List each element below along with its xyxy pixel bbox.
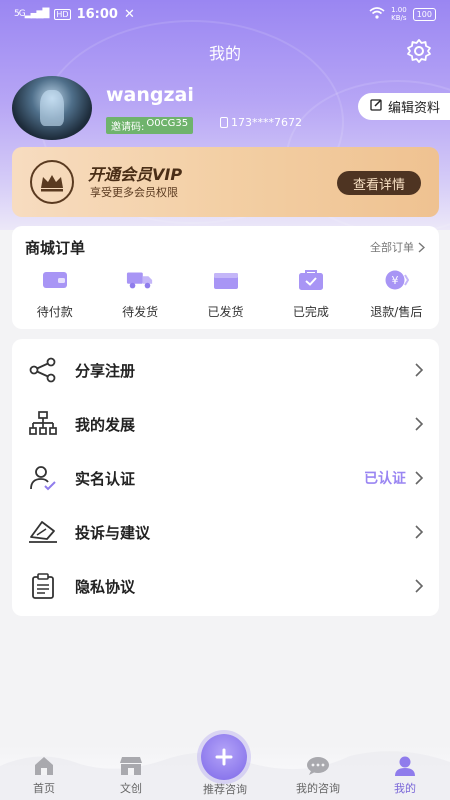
phone-icon bbox=[220, 117, 228, 128]
wifi-icon bbox=[369, 6, 385, 22]
verified-status: 已认证 bbox=[364, 471, 406, 487]
chevron-right-icon bbox=[418, 241, 425, 253]
order-title: 商城订单 bbox=[25, 239, 86, 257]
order-pending-shipment[interactable]: 待发货 bbox=[97, 268, 182, 320]
menu-item-my-development[interactable]: 我的发展 bbox=[12, 399, 439, 449]
edit-profile-button[interactable]: 编辑资料 bbox=[357, 93, 450, 120]
menu-item-privacy-agreement[interactable]: 隐私协议 bbox=[12, 561, 439, 611]
chevron-right-icon bbox=[415, 417, 424, 431]
nav-label: 首页 bbox=[33, 782, 55, 795]
clipboard-icon bbox=[28, 571, 58, 601]
menu-item-real-name-auth[interactable]: 实名认证 已认证 bbox=[12, 453, 439, 503]
menu-label: 实名认证 bbox=[75, 469, 136, 488]
user-icon bbox=[395, 756, 415, 776]
plus-icon bbox=[215, 748, 233, 766]
recommend-consult-button[interactable] bbox=[201, 734, 247, 780]
invite-code-label: 邀请码: bbox=[111, 122, 145, 133]
order-pending-payment[interactable]: 待付款 bbox=[12, 268, 97, 320]
order-card: 商城订单 全部订单 待付款 待发货 已发货 已完成 ¥ 退款/售后 bbox=[12, 226, 439, 329]
menu-label: 隐私协议 bbox=[75, 577, 136, 596]
nav-label: 我的咨询 bbox=[296, 782, 340, 795]
battery-icon: 100 bbox=[412, 7, 436, 21]
page-title: 我的 bbox=[208, 44, 241, 63]
chevron-right-icon bbox=[415, 525, 424, 539]
status-time: 16:00 bbox=[76, 6, 118, 22]
order-label: 退款/售后 bbox=[370, 305, 423, 319]
crown-icon bbox=[30, 160, 74, 204]
order-completed[interactable]: 已完成 bbox=[268, 268, 353, 320]
order-refund[interactable]: ¥ 退款/售后 bbox=[354, 268, 439, 320]
avatar[interactable] bbox=[12, 76, 92, 140]
nav-home[interactable]: 首页 bbox=[4, 756, 84, 796]
vip-details-button[interactable]: 查看详情 bbox=[336, 171, 421, 195]
vip-title: 开通会员VIP bbox=[88, 165, 183, 184]
box-icon bbox=[212, 268, 240, 292]
nav-label: 我的 bbox=[394, 782, 416, 795]
home-icon bbox=[35, 757, 53, 775]
tools-icon: ✕ bbox=[123, 6, 135, 22]
menu-label: 投诉与建议 bbox=[75, 523, 151, 542]
nav-mine[interactable]: 我的 bbox=[365, 756, 445, 796]
status-bar: 5G▂▄▆█ HD 16:00 ✕ 1.00 KB/s 100 bbox=[0, 0, 450, 28]
user-verify-icon bbox=[28, 463, 58, 493]
wallet-icon bbox=[41, 268, 69, 292]
nav-my-consult[interactable]: 我的咨询 bbox=[278, 756, 358, 796]
gear-icon[interactable] bbox=[406, 38, 432, 64]
menu-label: 分享注册 bbox=[75, 361, 136, 380]
phone-number: 173****7672 bbox=[220, 116, 302, 129]
signal-icon: 5G▂▄▆█ bbox=[14, 9, 49, 19]
username: wangzai bbox=[106, 84, 194, 106]
edit-profile-label: 编辑资料 bbox=[387, 101, 440, 116]
hd-badge: HD bbox=[54, 8, 71, 20]
phone-text: 173****7672 bbox=[231, 116, 302, 129]
nav-label: 推荐咨询 bbox=[203, 783, 247, 796]
invite-code-value: O0CG35 bbox=[146, 118, 189, 129]
order-shipped[interactable]: 已发货 bbox=[183, 268, 268, 320]
edit-icon bbox=[370, 98, 383, 115]
nav-cultural[interactable]: 文创 bbox=[91, 756, 171, 796]
shop-icon bbox=[120, 757, 142, 775]
share-icon bbox=[28, 355, 58, 385]
chevron-right-icon bbox=[415, 471, 424, 485]
nav-label: 文创 bbox=[120, 782, 142, 795]
chat-icon bbox=[307, 757, 329, 775]
order-label: 待付款 bbox=[36, 305, 73, 319]
menu-item-complaints-suggestions[interactable]: 投诉与建议 bbox=[12, 507, 439, 557]
menu-item-share-register[interactable]: 分享注册 bbox=[12, 345, 439, 395]
menu-label: 我的发展 bbox=[75, 415, 136, 434]
chevron-right-icon bbox=[415, 363, 424, 377]
feedback-icon bbox=[28, 517, 58, 547]
order-label: 已完成 bbox=[292, 305, 329, 319]
net-speed-value: 1.00 bbox=[391, 6, 407, 14]
invite-code-badge: 邀请码: O0CG35 bbox=[106, 117, 194, 134]
order-label: 待发货 bbox=[122, 305, 159, 319]
order-label: 已发货 bbox=[207, 305, 244, 319]
all-orders-link[interactable]: 全部订单 bbox=[370, 239, 425, 255]
net-speed-unit: KB/s bbox=[391, 14, 407, 22]
vip-subtitle: 享受更多会员权限 bbox=[90, 186, 178, 199]
menu-card: 分享注册 我的发展 实名认证 已认证 投诉与建议 隐私协议 bbox=[12, 339, 439, 616]
chevron-right-icon bbox=[415, 579, 424, 593]
truck-icon bbox=[126, 268, 154, 292]
org-chart-icon bbox=[28, 409, 58, 439]
vip-banner[interactable]: 开通会员VIP 享受更多会员权限 查看详情 bbox=[12, 147, 439, 217]
refund-icon: ¥ bbox=[382, 268, 410, 292]
svg-text:¥: ¥ bbox=[392, 274, 399, 287]
check-bag-icon bbox=[297, 268, 325, 292]
all-orders-label: 全部订单 bbox=[370, 241, 414, 254]
